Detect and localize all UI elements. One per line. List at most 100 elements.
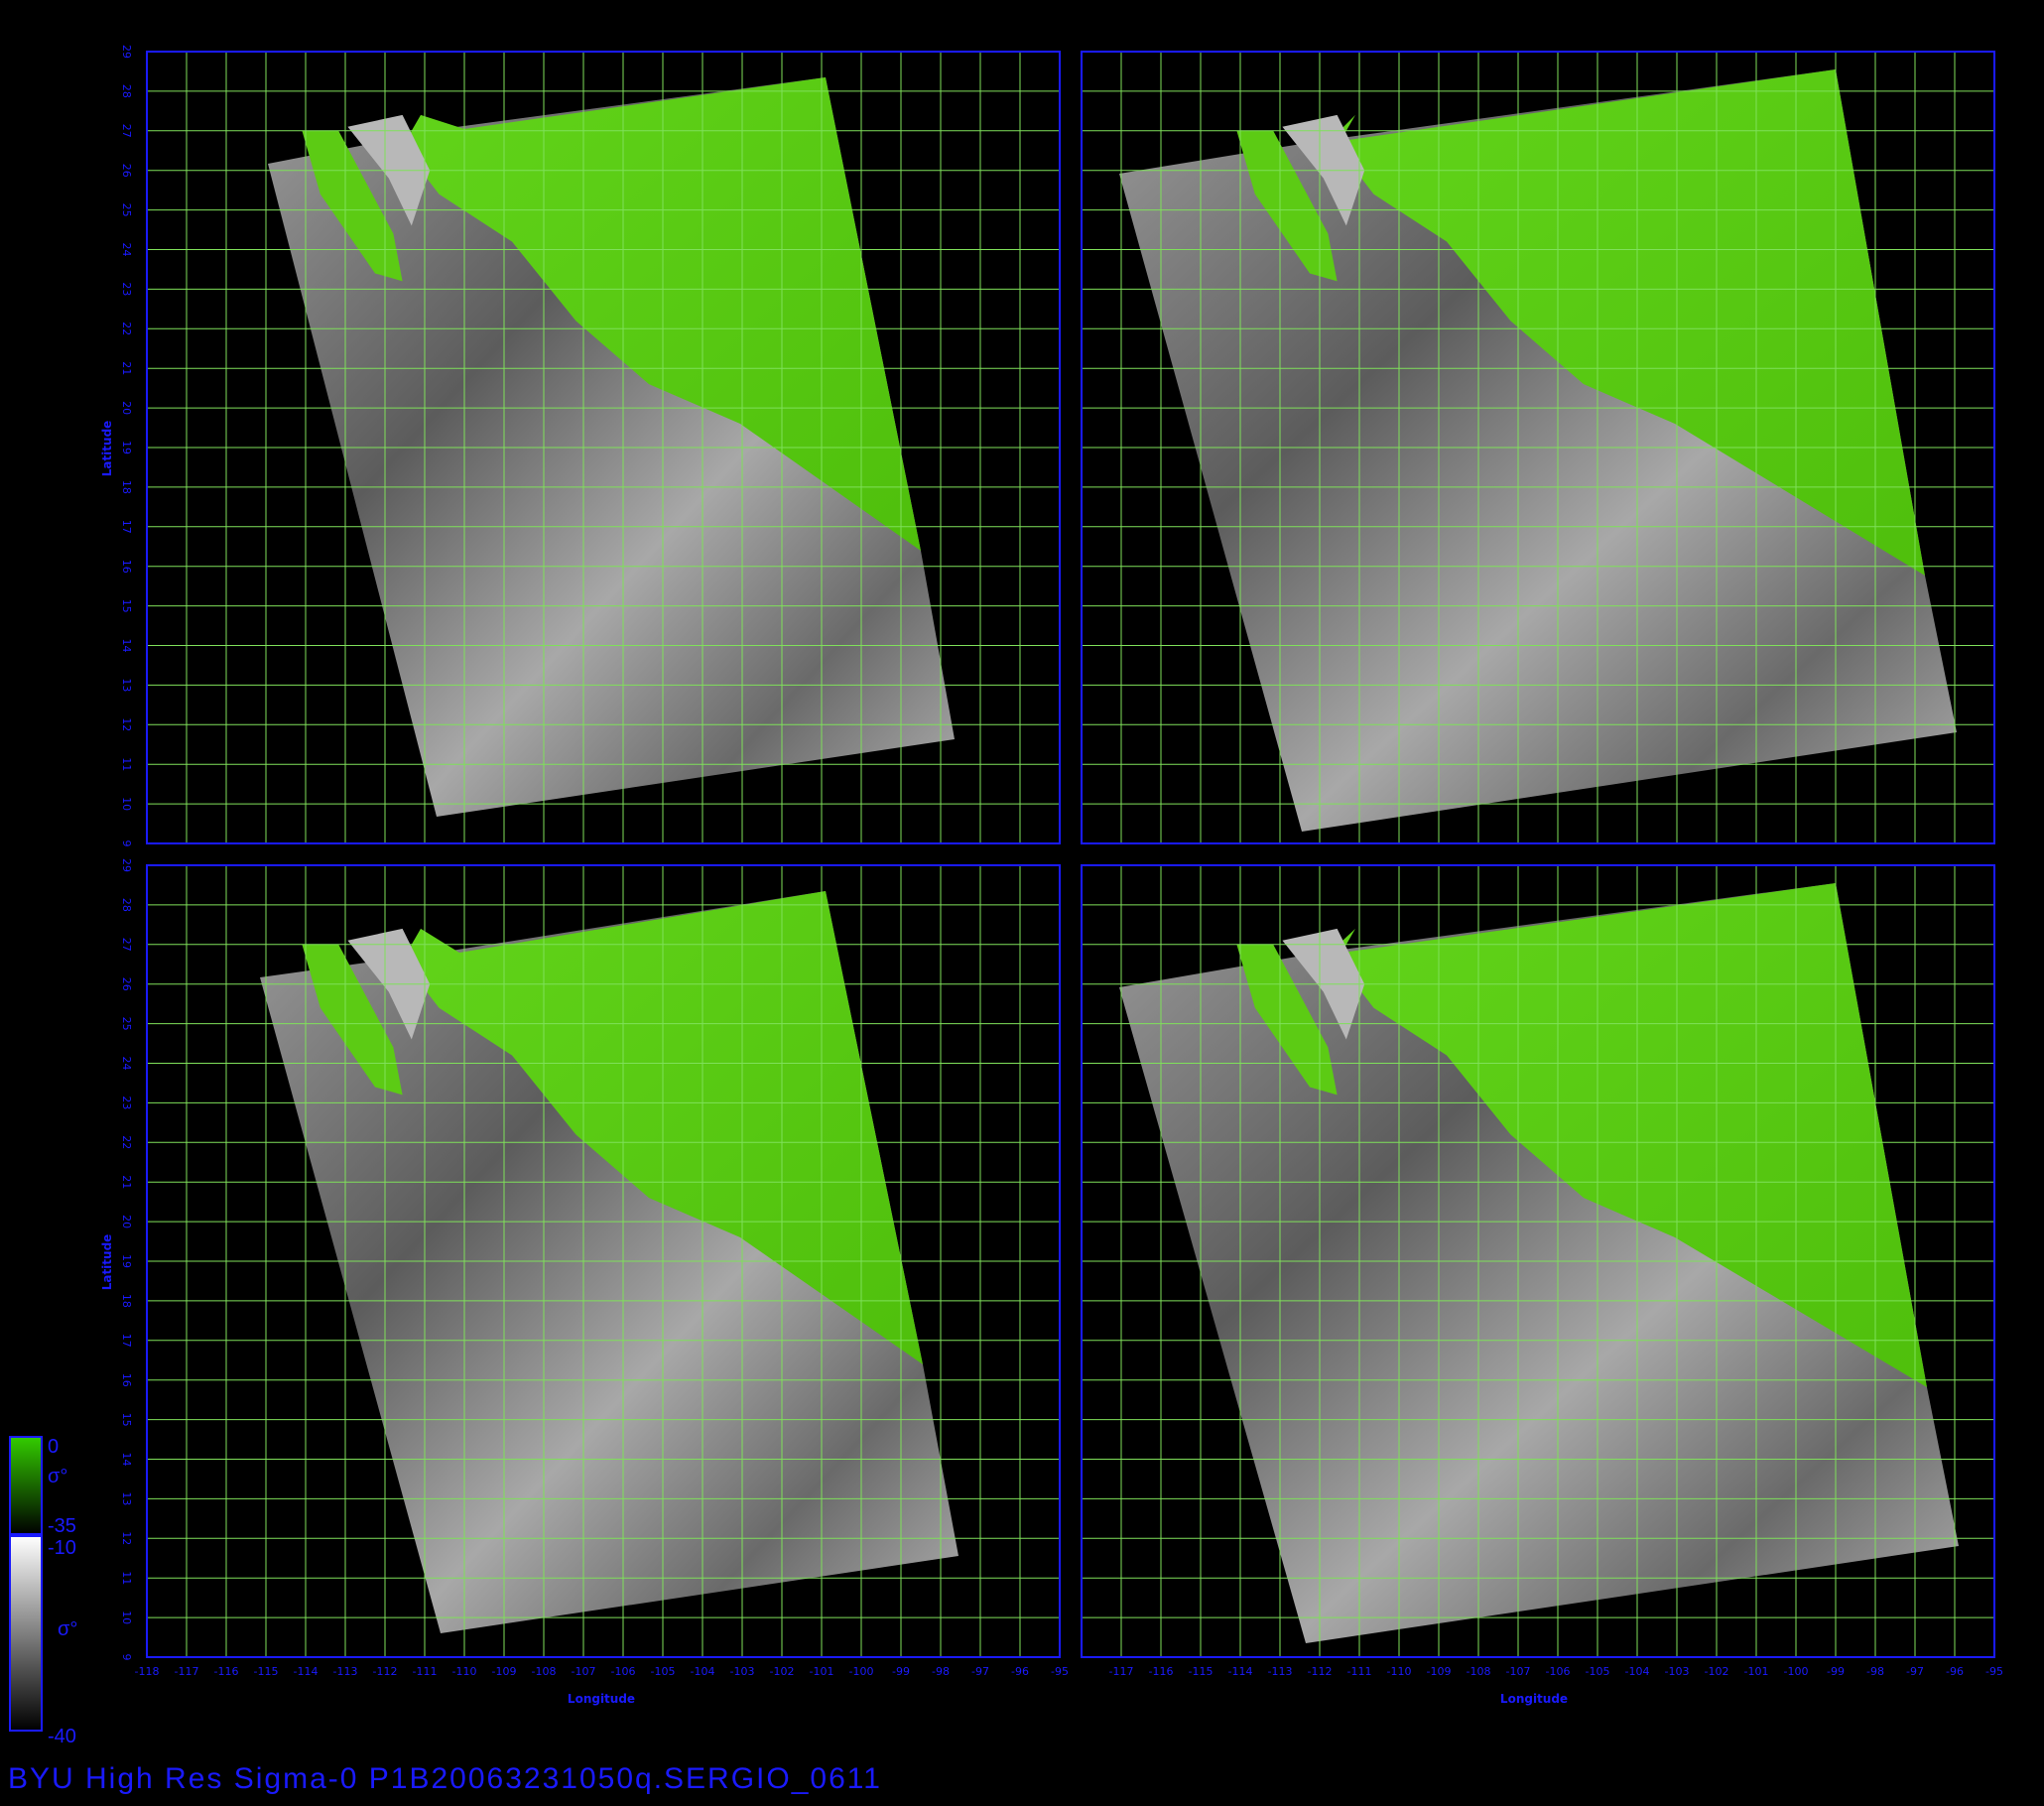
lon-tick-label: -97 [1906,1665,1924,1678]
lon-tick-label: -112 [373,1665,398,1678]
lon-tick-label: -96 [1011,1665,1029,1678]
lon-tick-label: -107 [572,1665,596,1678]
lon-tick-label: -106 [611,1665,636,1678]
lat-tick-label: 14 [120,639,133,653]
y-axis-title-top: Latitude [100,421,114,477]
lat-tick-label: 24 [120,1057,133,1071]
lat-tick-label: 25 [120,203,133,217]
lat-tick-label: 11 [120,1571,133,1585]
lon-tick-label: -97 [971,1665,989,1678]
lat-tick-label: 21 [120,361,133,375]
lon-tick-label: -114 [1228,1665,1253,1678]
panel-bottom-left: 9 10 11 12 13 14 15 16 17 18 19 20 21 22 23 24 25 26 27 28 2… [120,858,1069,1678]
lat-tick-label: 23 [120,282,133,296]
lon-tick-label: -98 [1866,1665,1884,1678]
lat-tick-label: 9 [120,840,133,847]
lon-tick-label: -117 [175,1665,199,1678]
lat-tick-label: 12 [120,1531,133,1545]
sigma0-map-figure: 9 10 11 12 13 14 15 16 17 18 19 20 21 22 23 24 25 26 27 28 2… [9,45,2003,1747]
lat-tick-label: 16 [120,1373,133,1387]
lon-tick-label: -108 [1467,1665,1491,1678]
panel-top-right [1081,51,1995,844]
lon-tick-label: -110 [1387,1665,1412,1678]
lat-tick-label: 26 [120,164,133,178]
lat-tick-label: 12 [120,717,133,731]
lat-tick-label: 10 [120,1611,133,1624]
lon-tick-label: -98 [932,1665,950,1678]
lon-tick-label: -100 [1784,1665,1809,1678]
lon-tick-label: -107 [1506,1665,1531,1678]
lon-tick-label: -113 [333,1665,358,1678]
x-axis-title-right: Longitude [1500,1692,1568,1706]
lon-tick-label: -105 [651,1665,676,1678]
lon-tick-label: -95 [1985,1665,2003,1678]
lat-tick-label: 28 [120,898,133,912]
lon-tick-label: -103 [1665,1665,1690,1678]
lon-tick-label: -101 [1744,1665,1769,1678]
lon-tick-label: -116 [214,1665,239,1678]
panel-top-left: 9 10 11 12 13 14 15 16 17 18 19 20 21 22 23 24 25 26 27 28 2… [120,45,1061,847]
lat-tick-label: 18 [120,1294,133,1308]
lat-tick-label: 17 [120,520,133,534]
figure-caption: BYU High Res Sigma-0 P1B20063231050q.SER… [8,1762,882,1795]
lat-tick-label: 19 [120,441,133,454]
lon-tick-label: -109 [492,1665,517,1678]
lon-tick-label: -117 [1109,1665,1134,1678]
lon-tick-label: -111 [1347,1665,1372,1678]
lon-tick-label: -108 [532,1665,557,1678]
ocean-colorbar: σ° [9,1535,77,1732]
lon-tick-label: -104 [1625,1665,1650,1678]
lat-tick-label: 22 [120,1135,133,1149]
lon-tick-label: -103 [730,1665,755,1678]
lon-tick-label: -112 [1308,1665,1333,1678]
lon-tick-label: -101 [810,1665,834,1678]
lat-tick-label: 19 [120,1254,133,1268]
lon-tick-label: -115 [254,1665,279,1678]
lon-tick-label: -106 [1546,1665,1571,1678]
lat-tick-label: 22 [120,322,133,335]
land-colorbar-bottom-label: -35 [48,1515,76,1537]
lat-tick-label: 20 [120,401,133,415]
panel-bottom-right: -117 -116 -115 -114 -113 -112 -111 -110 -109 -108… [1081,864,2003,1678]
lat-tick-label: 25 [120,1017,133,1031]
lat-tick-label: 29 [120,858,133,872]
lon-tick-label: -104 [691,1665,715,1678]
lon-tick-label: -115 [1189,1665,1214,1678]
lat-tick-label: 10 [120,797,133,811]
lon-tick-label: -116 [1149,1665,1174,1678]
lat-tick-label: 26 [120,977,133,991]
lat-tick-label: 20 [120,1215,133,1228]
lat-tick-label: 21 [120,1175,133,1189]
lon-tick-label: -114 [294,1665,319,1678]
lat-tick-label: 9 [120,1654,133,1661]
lon-tick-label: -118 [135,1665,160,1678]
ocean-colorbar-symbol: σ° [58,1618,77,1640]
lon-tick-label: -99 [1827,1665,1845,1678]
lat-tick-label: 24 [120,243,133,257]
lon-tick-label: -95 [1051,1665,1069,1678]
lon-tick-label: -102 [1705,1665,1729,1678]
land-colorbar-top-label: 0 [48,1436,59,1458]
lat-tick-label: 13 [120,678,133,692]
lat-tick-label: 23 [120,1096,133,1109]
lon-tick-label: -109 [1427,1665,1452,1678]
y-axis-title-bottom: Latitude [100,1234,114,1291]
lat-tick-label: 14 [120,1453,133,1467]
lon-tick-label: -96 [1946,1665,1964,1678]
ocean-colorbar-top-label: -10 [48,1537,76,1559]
lat-tick-label: 13 [120,1491,133,1505]
ocean-colorbar-bottom-label: -40 [48,1726,76,1747]
lon-tick-label: -102 [770,1665,795,1678]
lat-tick-label: 27 [120,124,133,138]
lat-tick-label: 29 [120,45,133,59]
lat-tick-label: 17 [120,1334,133,1348]
lon-tick-label: -99 [892,1665,910,1678]
lon-tick-label: -113 [1268,1665,1293,1678]
lat-tick-label: 27 [120,938,133,952]
lat-tick-label: 11 [120,757,133,771]
lat-tick-label: 28 [120,84,133,98]
lat-tick-label: 18 [120,480,133,494]
x-axis-title-left: Longitude [568,1692,635,1706]
lon-tick-label: -100 [849,1665,874,1678]
lat-tick-label: 15 [120,599,133,613]
